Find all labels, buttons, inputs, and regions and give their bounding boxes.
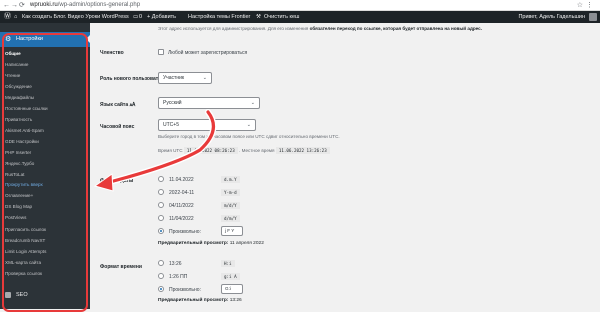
annotation-arrow <box>93 109 217 192</box>
